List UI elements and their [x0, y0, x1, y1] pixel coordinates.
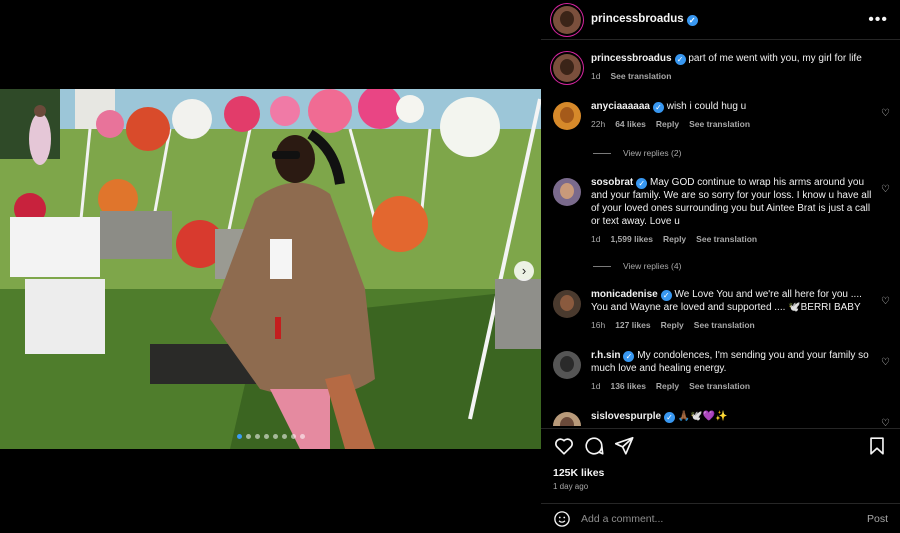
- verified-badge-icon: ✓: [636, 178, 648, 189]
- memorial-photo: [0, 89, 541, 449]
- comment-time: 22h: [591, 119, 606, 129]
- comment-avatar[interactable]: [553, 351, 581, 379]
- comment-item: anyciaaaaaa ✓ wish i could hug u 22h 64 li…: [553, 100, 892, 131]
- post-comment-button[interactable]: Post: [867, 513, 888, 525]
- verified-badge-icon: ✓: [660, 290, 672, 301]
- comment-see-translation[interactable]: See translation: [689, 381, 750, 391]
- save-bookmark-icon[interactable]: [866, 435, 888, 457]
- view-replies-label: View replies (2): [623, 148, 682, 158]
- post-timestamp: 1 day ago: [553, 482, 589, 491]
- carousel-dot: [290, 434, 296, 439]
- post-photo[interactable]: [0, 89, 541, 449]
- author-username[interactable]: princessbroadus ✓: [591, 13, 698, 26]
- caption-username[interactable]: princessbroadus: [591, 53, 672, 64]
- like-heart-icon[interactable]: ♡: [881, 184, 890, 195]
- carousel-dot: [236, 434, 242, 439]
- comment-username[interactable]: anyciaaaaaa: [591, 101, 650, 112]
- caption-time: 1d: [591, 71, 601, 81]
- comment-time: 1d: [591, 381, 601, 391]
- view-replies-button[interactable]: View replies (4): [593, 261, 681, 271]
- comment-see-translation[interactable]: See translation: [694, 320, 755, 330]
- verified-badge-icon: ✓: [623, 351, 635, 362]
- comment-see-translation[interactable]: See translation: [696, 234, 757, 244]
- carousel-indicator: [0, 434, 541, 439]
- comment-reply-button[interactable]: Reply: [661, 320, 684, 330]
- comment-item: r.h.sin ✓ My condolences, I'm sending you…: [553, 349, 892, 393]
- comment-username[interactable]: r.h.sin: [591, 350, 620, 361]
- share-paper-plane-icon[interactable]: [613, 435, 635, 457]
- verified-badge-icon: ✓: [652, 102, 664, 113]
- comment-avatar[interactable]: [553, 290, 581, 318]
- comment-bubble-icon[interactable]: [583, 435, 605, 457]
- comment-item: monicadenise ✓ We Love You and we're all …: [553, 288, 892, 332]
- comment-likes[interactable]: 64 likes: [615, 119, 646, 129]
- comment-username[interactable]: sislovespurple: [591, 411, 661, 422]
- comment-avatar[interactable]: [553, 178, 581, 206]
- carousel-dot: [245, 434, 251, 439]
- comment-time: 1d: [591, 234, 601, 244]
- comment-username[interactable]: sosobrat: [591, 177, 633, 188]
- author-avatar[interactable]: [553, 5, 581, 34]
- verified-badge-icon: ✓: [664, 412, 676, 423]
- more-options-icon[interactable]: •••: [868, 11, 888, 29]
- comment-avatar[interactable]: [553, 412, 581, 426]
- comment-likes[interactable]: 127 likes: [615, 320, 650, 330]
- comment-text: 🙏🏾🕊️💜✨: [677, 411, 728, 422]
- post-media: ›: [0, 0, 541, 533]
- carousel-dot: [263, 434, 269, 439]
- view-replies-button[interactable]: View replies (2): [593, 148, 681, 158]
- like-heart-icon[interactable]: ♡: [881, 418, 890, 426]
- caption-see-translation[interactable]: See translation: [610, 71, 671, 81]
- carousel-dot: [299, 434, 305, 439]
- post-sidebar: princessbroadus ✓ ••• princessbroadus ✓ pa…: [541, 0, 900, 533]
- view-replies-label: View replies (4): [623, 261, 682, 271]
- carousel-dot: [254, 434, 260, 439]
- verified-badge-icon: ✓: [674, 54, 686, 65]
- like-heart-icon[interactable]: ♡: [881, 108, 890, 119]
- comment-likes[interactable]: 1,599 likes: [610, 234, 653, 244]
- comment-reply-button[interactable]: Reply: [663, 234, 686, 244]
- comment-see-translation[interactable]: See translation: [689, 119, 750, 129]
- like-heart-icon[interactable]: ♡: [881, 296, 890, 307]
- comment-time: 16h: [591, 320, 606, 330]
- caption: princessbroadus ✓ part of me went with yo…: [553, 52, 892, 83]
- comment-item: sislovespurple ✓ 🙏🏾🕊️💜✨ ♡: [553, 410, 892, 426]
- carousel-dot: [272, 434, 278, 439]
- caption-avatar[interactable]: [553, 54, 581, 82]
- carousel-dot: [281, 434, 287, 439]
- like-heart-icon[interactable]: ♡: [881, 357, 890, 368]
- likes-count[interactable]: 125K likes: [553, 467, 604, 479]
- add-comment-bar: Add a comment... Post: [541, 503, 900, 533]
- verified-badge-icon: ✓: [686, 15, 698, 26]
- like-heart-icon[interactable]: [553, 435, 575, 457]
- comment-likes[interactable]: 136 likes: [610, 381, 645, 391]
- post-header: princessbroadus ✓ •••: [541, 0, 900, 40]
- comment-avatar[interactable]: [553, 102, 581, 130]
- action-bar: [541, 428, 900, 462]
- comment-reply-button[interactable]: Reply: [656, 119, 679, 129]
- emoji-icon[interactable]: [553, 510, 571, 528]
- comment-text: wish i could hug u: [666, 101, 747, 112]
- add-comment-input[interactable]: Add a comment...: [581, 513, 663, 525]
- carousel-next-icon[interactable]: ›: [514, 261, 534, 281]
- comment-item: sosobrat ✓ May GOD continue to wrap his a…: [553, 176, 892, 246]
- comment-reply-button[interactable]: Reply: [656, 381, 679, 391]
- comment-username[interactable]: monicadenise: [591, 289, 658, 300]
- comments-list: princessbroadus ✓ part of me went with yo…: [541, 40, 900, 426]
- caption-text: part of me went with you, my girl for li…: [688, 53, 862, 64]
